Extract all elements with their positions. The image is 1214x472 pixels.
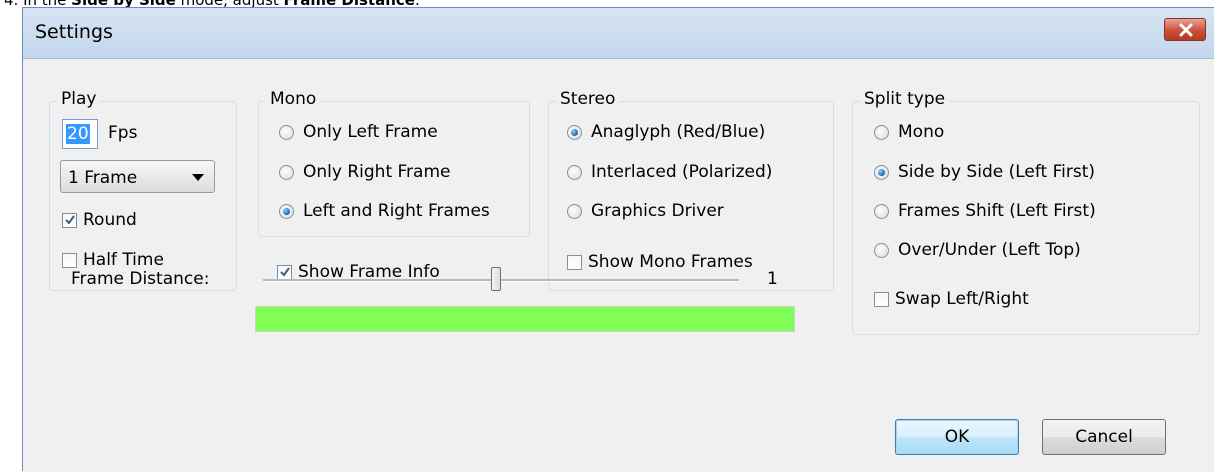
frame-distance-value: 1 [767, 269, 778, 289]
mono-group: Mono Only Left Frame Only Right Frame Le… [258, 89, 530, 237]
radio-label: Interlaced (Polarized) [591, 162, 773, 182]
chevron-down-icon [192, 174, 204, 181]
radio-button[interactable] [567, 164, 582, 180]
radio-button-selected[interactable] [567, 124, 582, 140]
play-legend: Play [57, 89, 101, 109]
half-time-label: Half Time [83, 250, 164, 270]
split-type-group: Split type Mono Side by Side (Left First… [852, 89, 1200, 335]
fps-input[interactable]: 20 [62, 119, 98, 149]
dialog-body: Play 20 Fps 1 Frame Round Half Time Mono… [23, 59, 1214, 472]
radio-label: Left and Right Frames [303, 201, 490, 221]
round-check-box[interactable] [62, 212, 77, 228]
swap-left-right-checkbox[interactable]: Swap Left/Right [874, 289, 1029, 309]
frame-distance-label: Frame Distance: [71, 269, 210, 289]
radio-button[interactable] [279, 164, 294, 180]
radio-graphics-driver[interactable]: Graphics Driver [567, 201, 724, 221]
radio-button[interactable] [567, 203, 582, 219]
radio-anaglyph[interactable]: Anaglyph (Red/Blue) [567, 122, 765, 142]
progress-bar [255, 306, 795, 332]
radio-interlaced[interactable]: Interlaced (Polarized) [567, 162, 772, 182]
radio-label: Side by Side (Left First) [898, 162, 1096, 182]
radio-label: Only Left Frame [303, 122, 438, 142]
show-mono-frames-check-box[interactable] [567, 254, 582, 270]
stereo-legend: Stereo [556, 89, 620, 109]
frame-select[interactable]: 1 Frame [60, 160, 215, 193]
show-mono-frames-label: Show Mono Frames [588, 252, 753, 272]
show-mono-frames-checkbox[interactable]: Show Mono Frames [567, 252, 753, 272]
show-frame-info-check-box[interactable] [277, 264, 292, 280]
checkmark-icon [280, 266, 290, 277]
settings-dialog: Settings Play 20 Fps 1 Frame Round Half … [22, 7, 1214, 472]
radio-label: Mono [898, 122, 945, 142]
radio-label: Anaglyph (Red/Blue) [591, 122, 766, 142]
round-label: Round [83, 210, 137, 230]
half-time-check-box[interactable] [62, 252, 77, 268]
radio-over-under[interactable]: Over/Under (Left Top) [874, 240, 1081, 260]
frame-distance-slider-thumb[interactable] [491, 267, 502, 291]
radio-label: Only Right Frame [303, 162, 451, 182]
mono-legend: Mono [266, 89, 321, 109]
swap-check-box[interactable] [874, 291, 889, 307]
radio-only-right-frame[interactable]: Only Right Frame [279, 162, 450, 182]
close-button[interactable] [1164, 18, 1206, 41]
ok-button[interactable]: OK [895, 419, 1019, 455]
radio-button[interactable] [874, 242, 889, 258]
title-bar[interactable]: Settings [23, 8, 1214, 59]
radio-button[interactable] [279, 124, 294, 140]
half-time-checkbox[interactable]: Half Time [62, 250, 164, 270]
radio-label: Over/Under (Left Top) [898, 240, 1081, 260]
radio-left-and-right-frames[interactable]: Left and Right Frames [279, 201, 490, 221]
radio-button-selected[interactable] [874, 164, 889, 180]
radio-only-left-frame[interactable]: Only Left Frame [279, 122, 438, 142]
radio-frames-shift[interactable]: Frames Shift (Left First) [874, 201, 1096, 221]
split-type-legend: Split type [860, 89, 950, 109]
fps-value: 20 [66, 124, 90, 144]
radio-button[interactable] [874, 203, 889, 219]
radio-split-mono[interactable]: Mono [874, 122, 944, 142]
close-icon [1179, 23, 1193, 37]
checkmark-icon [65, 214, 75, 225]
progress-fill [256, 307, 794, 331]
radio-button[interactable] [874, 124, 889, 140]
cancel-button[interactable]: Cancel [1042, 419, 1166, 455]
round-checkbox[interactable]: Round [62, 210, 137, 230]
stereo-group: Stereo Anaglyph (Red/Blue) Interlaced (P… [548, 89, 834, 291]
play-group: Play 20 Fps 1 Frame Round Half Time [49, 89, 237, 291]
frame-select-value: 1 Frame [68, 168, 138, 188]
radio-label: Frames Shift (Left First) [898, 201, 1096, 221]
dialog-title: Settings [35, 21, 113, 43]
radio-label: Graphics Driver [591, 201, 724, 221]
swap-label: Swap Left/Right [895, 289, 1029, 309]
fps-label: Fps [108, 123, 138, 143]
radio-side-by-side[interactable]: Side by Side (Left First) [874, 162, 1095, 182]
radio-button-selected[interactable] [279, 203, 294, 219]
